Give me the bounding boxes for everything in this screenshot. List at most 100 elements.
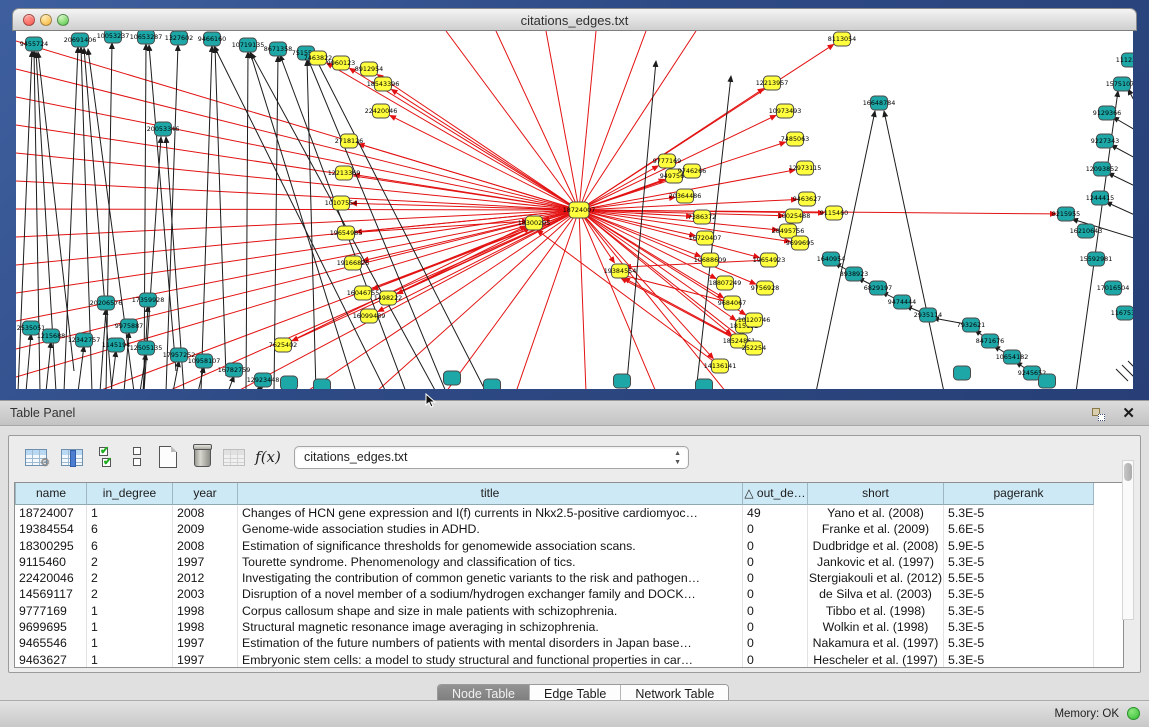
table-row[interactable]: 1872400712008Changes of HCN gene express… [15, 505, 1123, 521]
cell-pagerank: 5.3E-5 [944, 652, 1094, 667]
cell-in_degree: 2 [87, 554, 173, 570]
graph-node-label: 10654182 [996, 353, 1029, 361]
column-header-short[interactable]: short [808, 483, 944, 505]
cell-short: Yano et al. (2008) [808, 505, 944, 521]
column-header-pagerank[interactable]: pagerank [944, 483, 1094, 505]
graph-node-label: 16210643 [1070, 227, 1103, 235]
cell-year: 1997 [173, 652, 238, 667]
table-row[interactable]: 2242004622012Investigating the contribut… [15, 570, 1123, 586]
function-builder-icon[interactable]: f(x) [255, 444, 281, 470]
table-row[interactable]: 1830029562008Estimation of significance … [15, 538, 1123, 554]
cell-year: 1998 [173, 603, 238, 619]
table-row[interactable]: 911546021997Tourette syndrome. Phenomeno… [15, 554, 1123, 570]
cell-in_degree: 1 [87, 603, 173, 619]
memory-status-indicator[interactable] [1127, 707, 1140, 720]
graph-node-label: 12342757 [68, 336, 101, 344]
table-vertical-scrollbar[interactable] [1122, 460, 1134, 620]
column-header-out_de[interactable]: △ out_de… [743, 483, 808, 505]
cell-pagerank: 5.3E-5 [944, 635, 1094, 651]
graph-node-label: 20364486 [669, 192, 702, 200]
cell-short: Stergiakouli et al. (2012) [808, 570, 944, 586]
citation-network-graph[interactable]: 9455724206914061005323710653287132760294… [16, 31, 1133, 389]
cell-in_degree: 6 [87, 538, 173, 554]
cell-in_degree: 1 [87, 505, 173, 521]
delete-table-icon[interactable] [221, 444, 247, 470]
column-header-title[interactable]: title [238, 483, 743, 505]
graph-node-label: 1327602 [165, 34, 193, 42]
graph-node-label: 10025488 [778, 212, 811, 220]
cell-short: Franke et al. (2009) [808, 521, 944, 537]
graph-node-label: 7625402 [269, 341, 297, 349]
cell-out_de: 0 [743, 635, 808, 651]
cell-short: Jankovic et al. (1997) [808, 554, 944, 570]
table-selector-dropdown[interactable]: citations_edges.txt ▲▼ [294, 446, 689, 469]
column-header-name[interactable]: name [15, 483, 87, 505]
graph-node-label: 10958107 [188, 357, 221, 365]
graph-node-label: 8113054 [828, 35, 856, 43]
graph-node-label: 10719135 [232, 41, 265, 49]
network-canvas[interactable]: 9455724206914061005323710653287132760294… [16, 31, 1133, 389]
cell-year: 2012 [173, 570, 238, 586]
graph-node-label: 14136141 [704, 362, 737, 370]
table-panel-title: Table Panel [10, 406, 75, 420]
scrollbar-thumb[interactable] [1124, 463, 1132, 481]
cell-pagerank: 5.6E-5 [944, 521, 1094, 537]
graph-node-label: 12213957 [756, 79, 789, 87]
graph-node-label: 7485063 [781, 135, 809, 143]
table-row[interactable]: 969969511998Structural magnetic resonanc… [15, 619, 1123, 635]
table-row[interactable]: 946554611997Estimation of the future num… [15, 635, 1123, 651]
cell-short: Dudbridge et al. (2008) [808, 538, 944, 554]
graph-node-label: 10688609 [694, 256, 727, 264]
cell-name: 9465546 [15, 635, 87, 651]
graph-node-label: 19384554 [604, 267, 637, 275]
table-row[interactable]: 1456911722003Disruption of a novel membe… [15, 586, 1123, 602]
table-card: ⚙ f(x) citations_edges.txt ▲▼ namein_ [8, 435, 1141, 673]
table-row[interactable]: 977716911998Corpus callosum shape and si… [15, 603, 1123, 619]
graph-node-teal[interactable] [444, 371, 461, 385]
new-table-icon[interactable] [155, 444, 181, 470]
graph-node-label: 8215955 [1052, 210, 1080, 218]
cell-pagerank: 5.3E-5 [944, 619, 1094, 635]
graph-node-teal[interactable] [281, 376, 298, 389]
cell-in_degree: 6 [87, 521, 173, 537]
graph-node-label: 12093852 [1086, 165, 1119, 173]
graph-node-label: 8671358 [264, 45, 292, 53]
column-header-year[interactable]: year [173, 483, 238, 505]
check-all-icon[interactable] [95, 444, 121, 470]
cell-year: 1997 [173, 554, 238, 570]
cell-name: 18724007 [15, 505, 87, 521]
graph-node-label: 9466160 [198, 35, 226, 43]
network-window-titlebar[interactable]: citations_edges.txt [12, 8, 1137, 31]
graph-node-label: 18724007 [563, 206, 596, 214]
column-settings-icon[interactable]: ⚙ [23, 444, 49, 470]
graph-node-teal[interactable] [1039, 374, 1056, 388]
graph-node-teal[interactable] [614, 374, 631, 388]
graph-node-label: 16648784 [863, 99, 896, 107]
graph-node-teal[interactable] [314, 379, 331, 389]
graph-node-label: 12505135 [130, 344, 163, 352]
graph-node-label: 9746266 [678, 167, 706, 175]
graph-node-label: 9777169 [653, 157, 681, 165]
select-column-icon[interactable] [59, 444, 85, 470]
cell-out_de: 0 [743, 603, 808, 619]
cell-name: 18300295 [15, 538, 87, 554]
cell-short: Hescheler et al. (1997) [808, 652, 944, 667]
mouse-cursor [424, 393, 438, 409]
cell-pagerank: 5.3E-5 [944, 554, 1094, 570]
graph-node-teal[interactable] [696, 379, 713, 389]
delete-row-icon[interactable] [189, 444, 215, 470]
column-header-in_degree[interactable]: in_degree [87, 483, 173, 505]
table-row[interactable]: 1938455462009Genome-wide association stu… [15, 521, 1123, 537]
graph-node-label: 1640954 [817, 255, 845, 263]
float-panel-icon[interactable] [1092, 408, 1105, 421]
close-panel-icon[interactable]: ✕ [1122, 404, 1135, 422]
graph-node-label: 252254 [742, 344, 766, 352]
cell-pagerank: 5.5E-5 [944, 570, 1094, 586]
graph-node-label: 9129366 [1093, 109, 1121, 117]
graph-node-teal[interactable] [484, 379, 501, 389]
cell-title: Investigating the contribution of common… [238, 570, 743, 586]
uncheck-all-icon[interactable] [125, 444, 151, 470]
graph-node-teal[interactable] [954, 366, 971, 380]
table-row[interactable]: 946362711997Embryonic stem cells: a mode… [15, 652, 1123, 667]
cell-in_degree: 2 [87, 570, 173, 586]
